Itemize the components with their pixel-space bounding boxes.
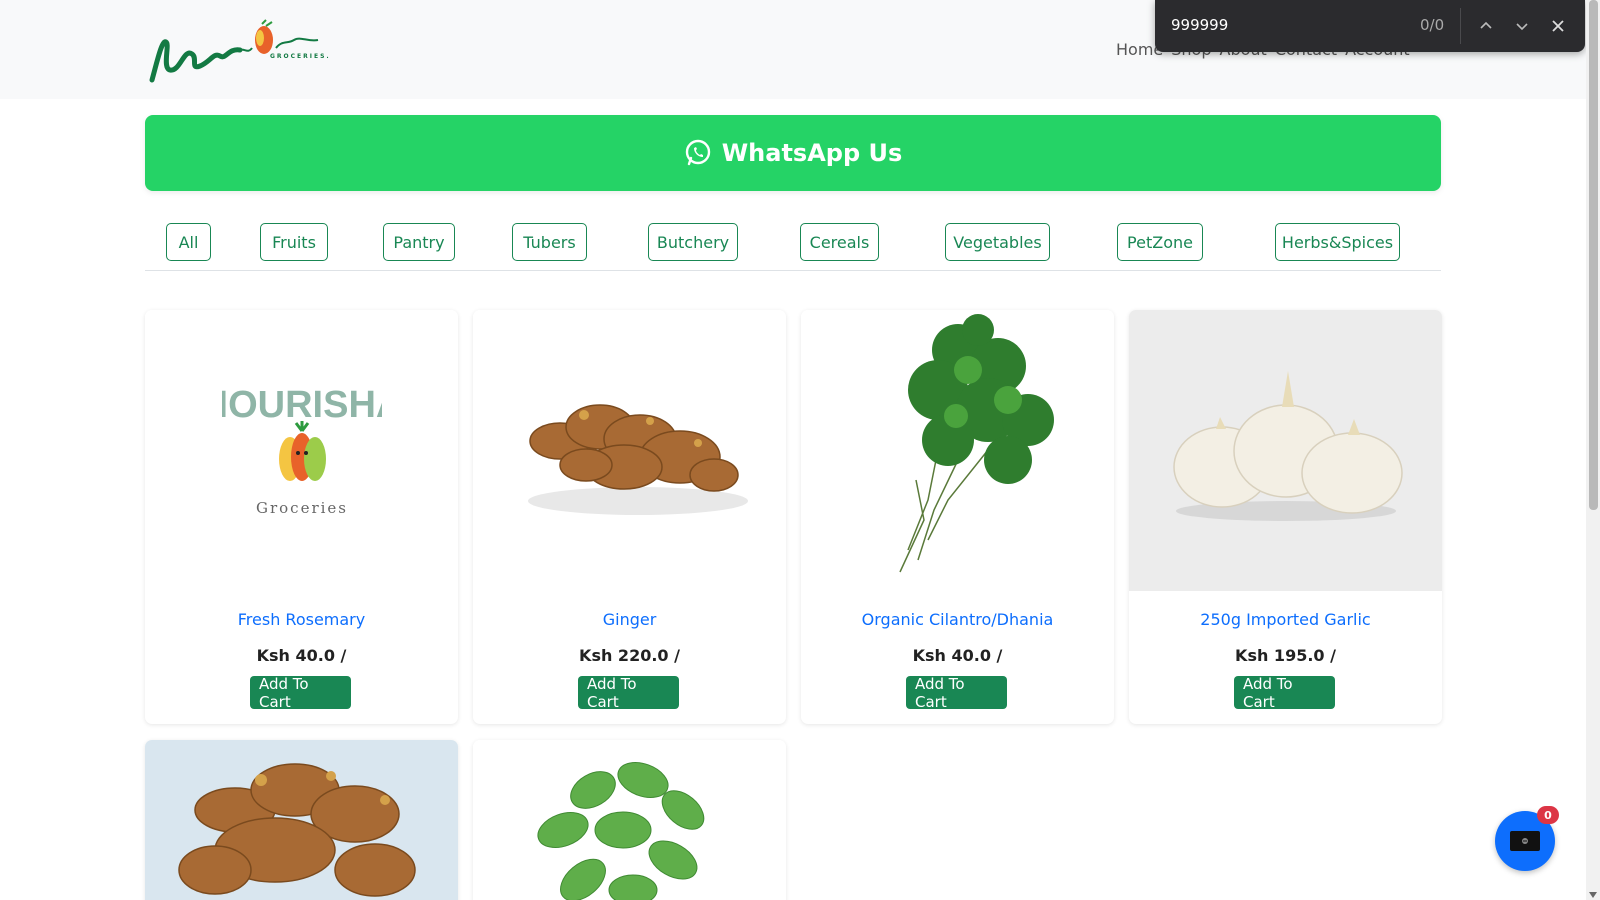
chevron-up-icon[interactable] [1474, 14, 1498, 38]
cart-count-badge: 0 [1537, 806, 1559, 824]
cart-icon [1510, 831, 1540, 851]
svg-text:GROCERIES.: GROCERIES. [270, 53, 331, 60]
site-logo[interactable]: GROCERIES. [148, 18, 340, 86]
product-card: NOURISHA Groceries Fresh Rosemary Ksh 40… [145, 310, 458, 724]
add-to-cart-button[interactable]: Add To Cart [1234, 675, 1335, 711]
category-vegetables[interactable]: Vegetables [945, 223, 1050, 261]
product-card: 250g Imported Garlic Ksh 195.0 / Add To … [1129, 310, 1442, 724]
product-card: Organic Cilantro/Dhania Ksh 40.0 / Add T… [801, 310, 1114, 724]
find-bar: 999999 0/0 [1155, 0, 1585, 52]
product-card [145, 740, 458, 900]
chevron-down-icon[interactable] [1510, 14, 1534, 38]
product-name[interactable]: Fresh Rosemary [145, 610, 458, 629]
product-image-ginger[interactable] [473, 310, 786, 591]
whatsapp-icon [685, 139, 710, 166]
product-card [473, 740, 786, 900]
category-filter-bar: All Fruits Pantry Tubers Butchery Cereal… [145, 223, 1441, 271]
category-fruits[interactable]: Fruits [260, 223, 328, 261]
category-cereals[interactable]: Cereals [800, 223, 879, 261]
add-to-cart-button[interactable]: Add To Cart [906, 675, 1007, 711]
page-scrollbar[interactable] [1586, 0, 1600, 900]
category-pantry[interactable]: Pantry [383, 223, 455, 261]
product-card: Ginger Ksh 220.0 / Add To Cart [473, 310, 786, 724]
product-image-logo[interactable]: NOURISHA Groceries [145, 310, 458, 591]
find-divider [1460, 8, 1461, 44]
whatsapp-label: WhatsApp Us [721, 139, 903, 167]
find-input[interactable]: 999999 [1171, 16, 1228, 34]
product-name[interactable]: Ginger [473, 610, 786, 629]
product-image-ginger-alt[interactable] [145, 740, 458, 900]
category-all[interactable]: All [166, 223, 211, 261]
find-match-count: 0/0 [1420, 16, 1445, 34]
product-price: Ksh 40.0 / [256, 646, 347, 665]
category-tubers[interactable]: Tubers [512, 223, 587, 261]
product-price: Ksh 220.0 / [579, 646, 680, 665]
product-price: Ksh 40.0 / [912, 646, 1003, 665]
category-petzone[interactable]: PetZone [1117, 223, 1203, 261]
logo-wordmark: NOURISHA [222, 384, 382, 426]
product-image-mint[interactable] [473, 740, 786, 900]
scrollbar-thumb[interactable] [1589, 0, 1598, 510]
product-name[interactable]: 250g Imported Garlic [1129, 610, 1442, 629]
category-butchery[interactable]: Butchery [648, 223, 738, 261]
whatsapp-button[interactable]: WhatsApp Us [145, 115, 1441, 191]
close-icon[interactable] [1546, 14, 1570, 38]
scroll-down-arrow[interactable] [1589, 892, 1597, 898]
product-name[interactable]: Organic Cilantro/Dhania [801, 610, 1114, 629]
add-to-cart-button[interactable]: Add To Cart [250, 675, 351, 711]
add-to-cart-button[interactable]: Add To Cart [578, 675, 679, 711]
logo-subtitle: Groceries [255, 499, 347, 517]
category-herbs-spices[interactable]: Herbs&Spices [1275, 223, 1400, 261]
product-image-garlic[interactable] [1129, 310, 1442, 591]
product-image-cilantro[interactable] [801, 310, 1114, 591]
product-price: Ksh 195.0 / [1235, 646, 1336, 665]
